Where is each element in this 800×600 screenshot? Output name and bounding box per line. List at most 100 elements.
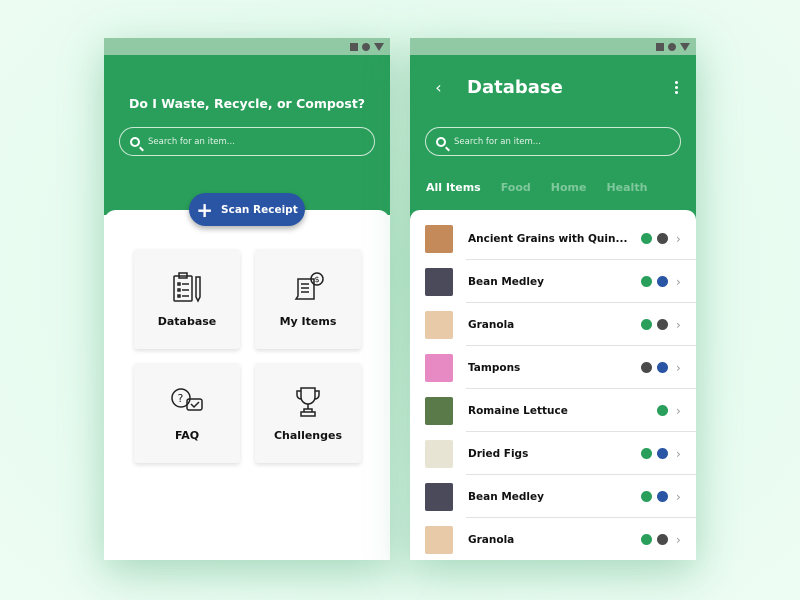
dark-dot-icon (657, 233, 668, 244)
item-name: Granola (468, 533, 515, 546)
search-bar[interactable] (119, 127, 375, 156)
list-item[interactable]: Granola › (410, 303, 696, 346)
green-dot-icon (641, 276, 652, 287)
item-thumbnail (425, 482, 453, 511)
chevron-right-icon: › (676, 446, 681, 461)
dark-dot-icon (641, 362, 652, 373)
green-dot-icon (641, 319, 652, 330)
list-item[interactable]: Bean Medley › (410, 260, 696, 303)
circle-icon (362, 42, 370, 51)
item-name: Tampons (468, 361, 521, 374)
clipboard-icon (173, 271, 201, 303)
item-name: Romaine Lettuce (468, 404, 568, 417)
trophy-icon (296, 386, 320, 417)
page-title: Database (467, 77, 563, 98)
list-item[interactable]: Tampons › (410, 346, 696, 389)
list-item[interactable]: Bean Medley › (410, 475, 696, 518)
item-name: Bean Medley (468, 275, 544, 288)
item-thumbnail (425, 267, 453, 296)
faq-card-label: FAQ (174, 428, 200, 442)
list-item[interactable]: Dried Figs › (410, 432, 696, 475)
list-item[interactable]: Granola › (410, 518, 696, 560)
chevron-right-icon: › (676, 403, 681, 418)
item-thumbnail (425, 525, 453, 554)
dark-dot-icon (657, 534, 668, 545)
chevron-right-icon: › (676, 532, 681, 547)
search-input[interactable] (454, 136, 654, 147)
back-icon[interactable]: ‹ (410, 78, 467, 97)
green-dot-icon (657, 405, 668, 416)
green-dot-icon (641, 491, 652, 502)
my-items-card-label: My Items (279, 314, 337, 328)
search-icon (436, 136, 446, 147)
tab-all-items[interactable]: All Items (426, 181, 481, 194)
chevron-right-icon: › (676, 317, 681, 332)
item-name: Bean Medley (468, 490, 544, 503)
status-bar (410, 38, 696, 55)
triangle-icon (374, 42, 384, 51)
tab-health[interactable]: Health (606, 181, 647, 194)
status-bar (104, 38, 390, 55)
item-name: Granola (468, 318, 515, 331)
dark-dot-icon (657, 319, 668, 330)
tab-food[interactable]: Food (501, 181, 531, 194)
scan-receipt-button[interactable]: + Scan Receipt (189, 193, 305, 226)
plus-icon: + (196, 197, 214, 222)
triangle-icon (680, 42, 690, 51)
square-icon (350, 42, 358, 51)
item-thumbnail (425, 224, 453, 253)
page-title: Do I Waste, Recycle, or Compost? (128, 96, 366, 111)
search-icon (130, 136, 140, 147)
challenges-card[interactable]: Challenges (255, 363, 361, 463)
home-screen: Do I Waste, Recycle, or Compost? + Scan … (104, 38, 390, 560)
disposal-indicators (641, 276, 668, 287)
database-card-label: Database (157, 314, 217, 328)
more-options-icon[interactable] (656, 81, 696, 94)
receipt-icon: $ (294, 271, 324, 300)
blue-dot-icon (657, 491, 668, 502)
green-dot-icon (641, 534, 652, 545)
disposal-indicators (641, 233, 668, 244)
item-name: Dried Figs (468, 447, 529, 460)
scan-receipt-label: Scan Receipt (221, 203, 298, 216)
green-dot-icon (641, 233, 652, 244)
database-header: ‹ Database All Items Food Home Health (410, 55, 696, 227)
list-item[interactable]: Ancient Grains with Quin... › (410, 217, 696, 260)
disposal-indicators (641, 491, 668, 502)
item-list: Ancient Grains with Quin... › Bean Medley ›… (410, 210, 696, 560)
tab-home[interactable]: Home (551, 181, 587, 194)
svg-text:$: $ (315, 275, 320, 284)
faq-chat-icon: ? (171, 387, 203, 411)
square-icon (656, 42, 664, 51)
chevron-right-icon: › (676, 489, 681, 504)
chevron-right-icon: › (676, 360, 681, 375)
list-item[interactable]: Romaine Lettuce › (410, 389, 696, 432)
item-thumbnail (425, 439, 453, 468)
disposal-indicators (641, 534, 668, 545)
category-tabs: All Items Food Home Health (426, 181, 667, 194)
svg-text:?: ? (178, 392, 184, 405)
search-input[interactable] (148, 136, 348, 147)
disposal-indicators (657, 405, 668, 416)
database-card[interactable]: Database (134, 249, 240, 349)
green-dot-icon (641, 448, 652, 459)
faq-card[interactable]: ? FAQ (134, 363, 240, 463)
challenges-card-label: Challenges (273, 428, 343, 442)
blue-dot-icon (657, 276, 668, 287)
item-thumbnail (425, 310, 453, 339)
search-bar[interactable] (425, 127, 681, 156)
disposal-indicators (641, 448, 668, 459)
blue-dot-icon (657, 362, 668, 373)
circle-icon (668, 42, 676, 51)
item-thumbnail (425, 396, 453, 425)
item-thumbnail (425, 353, 453, 382)
database-screen: ‹ Database All Items Food Home Health An… (410, 38, 696, 560)
disposal-indicators (641, 319, 668, 330)
my-items-card[interactable]: $ My Items (255, 249, 361, 349)
menu-grid: Database $ My Items ? FAQ Challenges (134, 249, 361, 463)
chevron-right-icon: › (676, 274, 681, 289)
disposal-indicators (641, 362, 668, 373)
chevron-right-icon: › (676, 231, 681, 246)
home-header: Do I Waste, Recycle, or Compost? (104, 55, 390, 215)
item-name: Ancient Grains with Quin... (468, 232, 628, 245)
